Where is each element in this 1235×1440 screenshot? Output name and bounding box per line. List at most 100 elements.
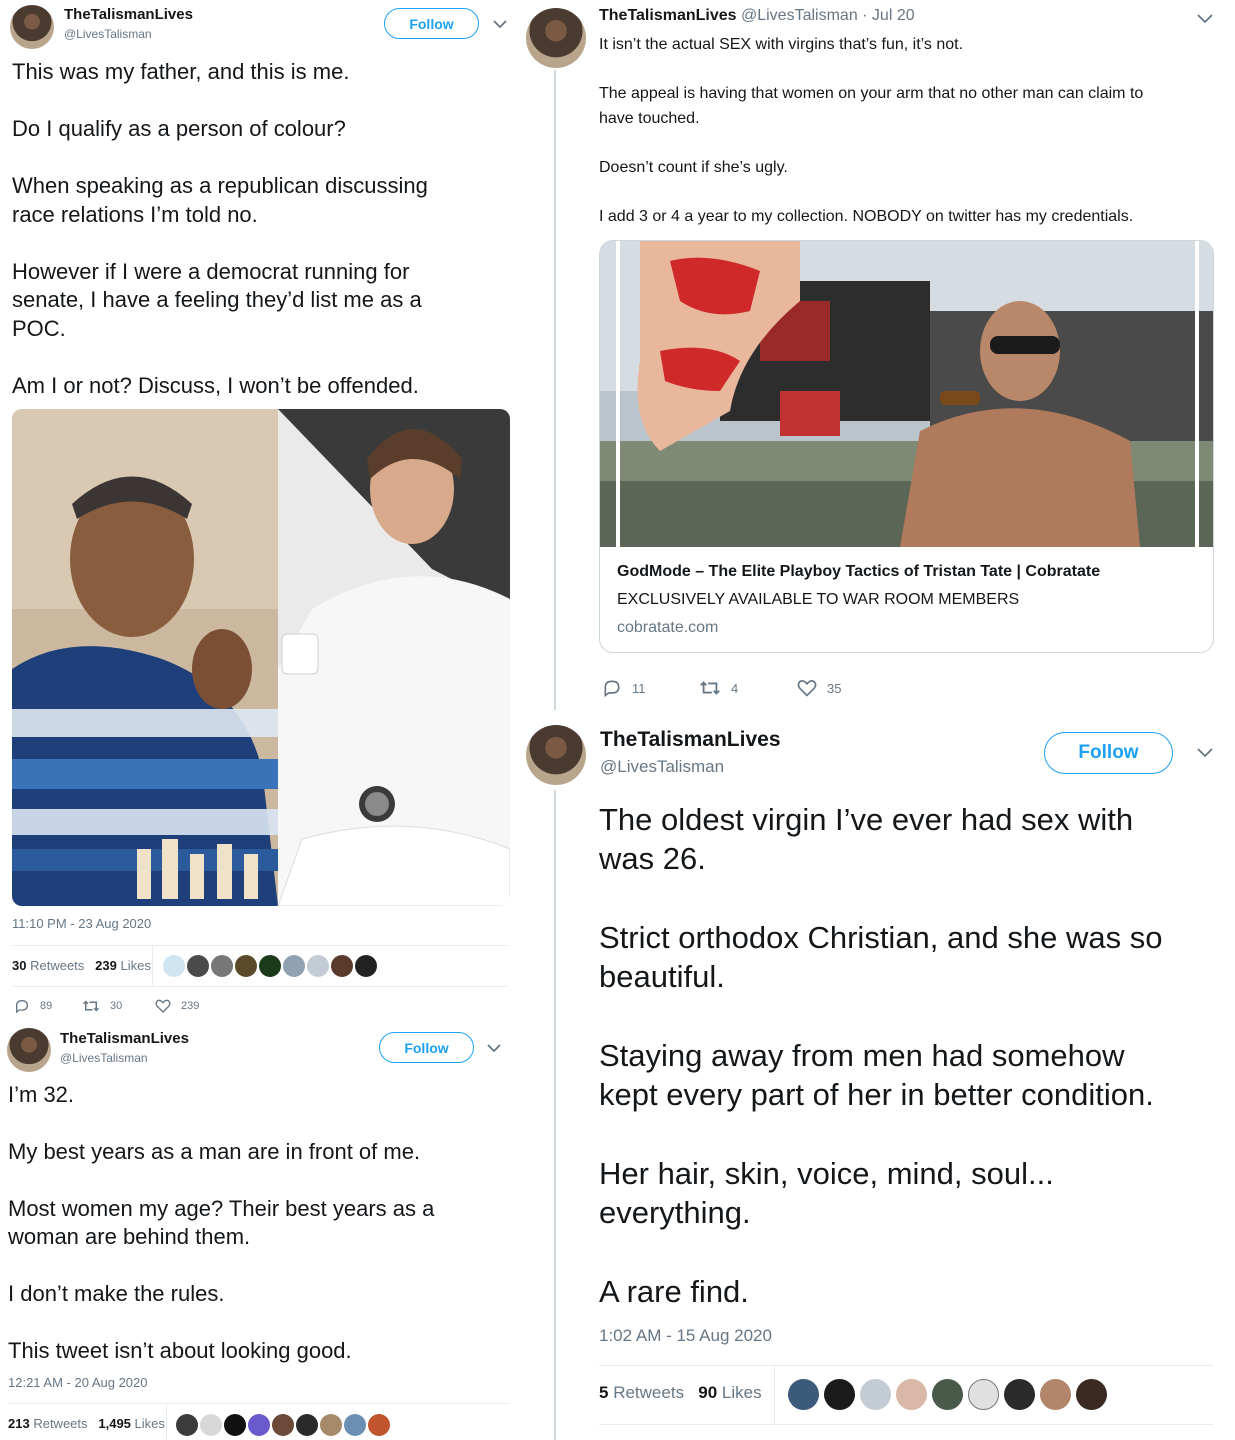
liker-avatar[interactable] xyxy=(296,1414,318,1436)
liker-avatar[interactable] xyxy=(1004,1379,1035,1410)
display-name[interactable]: TheTalismanLives xyxy=(64,6,193,23)
reply-icon xyxy=(16,999,29,1014)
liker-avatar[interactable] xyxy=(860,1379,891,1410)
liker-avatar[interactable] xyxy=(283,955,305,977)
tweet-header: TheTalismanLives @LivesTalisman · Jul 20 xyxy=(599,7,915,25)
likes-count[interactable]: 239 xyxy=(95,958,117,973)
tweet-text: It isn’t the actual SEX with virgins tha… xyxy=(599,36,1144,225)
liker-avatar[interactable] xyxy=(259,955,281,977)
liker-avatar[interactable] xyxy=(200,1414,222,1436)
liker-avatar[interactable] xyxy=(788,1379,819,1410)
tweet-text: The oldest virgin I’ve ever had sex with… xyxy=(599,802,1163,1309)
likes-label[interactable]: Likes xyxy=(722,1383,762,1402)
reply-button[interactable]: 11 xyxy=(602,678,646,698)
liker-avatar[interactable] xyxy=(1040,1379,1071,1410)
follow-button[interactable]: Follow xyxy=(384,8,479,39)
reply-icon xyxy=(604,680,620,698)
chevron-down-icon[interactable] xyxy=(484,1038,504,1058)
liker-avatar[interactable] xyxy=(235,955,257,977)
link-card[interactable]: GodMode – The Elite Playboy Tactics of T… xyxy=(599,240,1214,653)
tweet-text: I’m 32. My best years as a man are in fr… xyxy=(8,1082,435,1363)
retweets-label[interactable]: Retweets xyxy=(33,1416,87,1431)
tweet-timestamp[interactable]: 12:21 AM - 20 Aug 2020 xyxy=(8,1375,148,1390)
liker-avatar[interactable] xyxy=(248,1414,270,1436)
display-name[interactable]: TheTalismanLives xyxy=(60,1030,189,1047)
engagement-stats: 5 Retweets 90 Likes xyxy=(599,1383,762,1403)
follow-button[interactable]: Follow xyxy=(379,1032,474,1063)
avatar[interactable] xyxy=(10,5,54,49)
retweet-icon xyxy=(700,681,720,695)
liker-avatar[interactable] xyxy=(355,955,377,977)
liker-avatar[interactable] xyxy=(224,1414,246,1436)
likes-label[interactable]: Likes xyxy=(120,958,150,973)
link-card-domain[interactable]: cobratate.com xyxy=(617,619,718,637)
like-count: 35 xyxy=(827,680,842,696)
divider xyxy=(12,945,508,946)
reply-count: 11 xyxy=(632,680,646,696)
handle-and-date[interactable]: @LivesTalisman · Jul 20 xyxy=(741,7,915,24)
avatar[interactable] xyxy=(526,8,586,68)
liker-avatar[interactable] xyxy=(932,1379,963,1410)
liker-avatar[interactable] xyxy=(176,1414,198,1436)
liker-avatar[interactable] xyxy=(163,955,185,977)
avatar[interactable] xyxy=(526,725,586,785)
liker-avatar[interactable] xyxy=(824,1379,855,1410)
like-icon xyxy=(155,999,171,1013)
likers-avatars[interactable] xyxy=(176,1414,390,1436)
like-icon xyxy=(797,680,817,697)
reply-count: 89 xyxy=(40,1000,53,1012)
handle[interactable]: @LivesTalisman xyxy=(600,757,724,777)
like-button[interactable]: 35 xyxy=(797,678,841,698)
chevron-down-icon[interactable] xyxy=(1194,8,1216,30)
divider xyxy=(12,986,508,987)
retweets-label[interactable]: Retweets xyxy=(30,958,84,973)
link-card-description: EXCLUSIVELY AVAILABLE TO WAR ROOM MEMBER… xyxy=(617,591,1020,608)
tweet-timestamp[interactable]: 1:02 AM - 15 Aug 2020 xyxy=(599,1326,772,1346)
liker-avatar[interactable] xyxy=(307,955,329,977)
tweet-timestamp[interactable]: 11:10 PM - 23 Aug 2020 xyxy=(12,916,151,931)
tweet-photo[interactable] xyxy=(12,409,510,906)
divider xyxy=(8,1403,508,1404)
handle[interactable]: @LivesTalisman xyxy=(64,27,152,41)
link-card-image xyxy=(600,241,1213,547)
thread-line xyxy=(554,790,556,1440)
reply-button[interactable]: 89 xyxy=(14,998,52,1014)
retweet-button[interactable]: 30 xyxy=(82,998,122,1014)
handle[interactable]: @LivesTalisman xyxy=(60,1051,148,1065)
link-card-title[interactable]: GodMode – The Elite Playboy Tactics of T… xyxy=(617,563,1100,581)
likers-avatars[interactable] xyxy=(788,1379,1107,1410)
liker-avatar[interactable] xyxy=(320,1414,342,1436)
tweet-photo-image xyxy=(12,409,510,906)
engagement-stats: 30 Retweets 239 Likes xyxy=(12,958,151,973)
liker-avatar[interactable] xyxy=(211,955,233,977)
retweets-count[interactable]: 30 xyxy=(12,958,26,973)
avatar[interactable] xyxy=(7,1028,51,1072)
liker-avatar[interactable] xyxy=(1076,1379,1107,1410)
liker-avatar[interactable] xyxy=(331,955,353,977)
likes-count[interactable]: 90 xyxy=(698,1383,717,1402)
tweet-text: This was my father, and this is me. Do I… xyxy=(12,59,428,398)
retweets-label[interactable]: Retweets xyxy=(613,1383,684,1402)
display-name[interactable]: TheTalismanLives xyxy=(599,7,737,24)
divider xyxy=(166,1404,167,1440)
likes-label[interactable]: Likes xyxy=(135,1416,165,1431)
like-button[interactable]: 239 xyxy=(155,998,199,1014)
retweets-count[interactable]: 213 xyxy=(8,1416,30,1431)
liker-avatar[interactable] xyxy=(344,1414,366,1436)
retweets-count[interactable]: 5 xyxy=(599,1383,608,1402)
likes-count[interactable]: 1,495 xyxy=(98,1416,131,1431)
display-name[interactable]: TheTalismanLives xyxy=(600,728,781,752)
liker-avatar[interactable] xyxy=(368,1414,390,1436)
chevron-down-icon[interactable] xyxy=(1194,742,1216,764)
chevron-down-icon[interactable] xyxy=(490,14,510,34)
liker-avatar[interactable] xyxy=(272,1414,294,1436)
divider xyxy=(599,1424,1214,1425)
divider xyxy=(152,946,153,986)
follow-button[interactable]: Follow xyxy=(1044,732,1173,774)
retweet-button[interactable]: 4 xyxy=(699,678,738,698)
retweet-icon xyxy=(82,1000,100,1012)
liker-avatar[interactable] xyxy=(187,955,209,977)
liker-avatar[interactable] xyxy=(896,1379,927,1410)
likers-avatars[interactable] xyxy=(163,955,377,977)
liker-avatar[interactable] xyxy=(968,1379,999,1410)
